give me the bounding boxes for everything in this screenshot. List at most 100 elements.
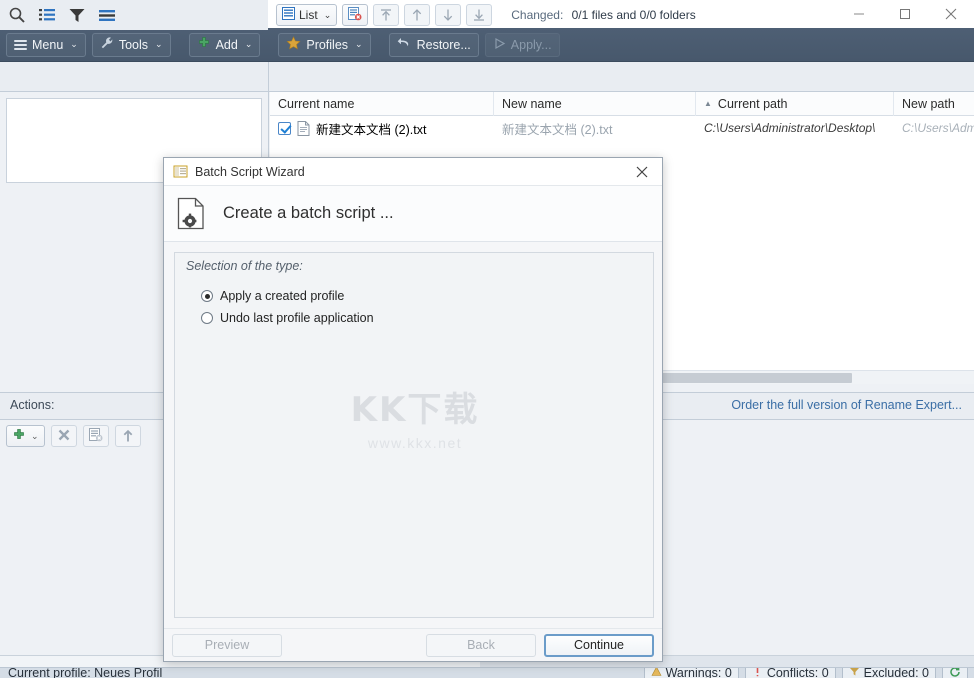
- batch-script-wizard-dialog: Batch Script Wizard: [163, 157, 663, 662]
- current-name-text: 新建文本文档 (2).txt: [316, 119, 426, 138]
- move-to-top-button[interactable]: [373, 4, 399, 26]
- tree-list-icon[interactable]: [38, 6, 56, 24]
- wrench-icon: [100, 36, 114, 53]
- column-header-new-name[interactable]: New name: [494, 92, 696, 116]
- restore-button[interactable]: Restore...: [389, 33, 479, 57]
- add-button[interactable]: Add ⌄: [189, 33, 261, 57]
- column-label: Current path: [718, 97, 787, 111]
- cell-new-path: C:\Users\Adm: [894, 116, 974, 140]
- radio-undo-last-profile[interactable]: Undo last profile application: [201, 311, 374, 325]
- cell-current-name: 新建文本文档 (2).txt: [270, 116, 494, 140]
- list-lines-icon[interactable]: [98, 6, 116, 24]
- plus-icon: [197, 36, 211, 53]
- move-down-button[interactable]: [435, 4, 461, 26]
- search-icon[interactable]: [8, 6, 26, 24]
- filter-icon[interactable]: [68, 6, 86, 24]
- conflicts-label: Conflicts: 0: [767, 667, 829, 678]
- sort-ascending-icon: ▲: [704, 99, 712, 108]
- conflict-icon: [752, 667, 763, 678]
- table-row[interactable]: 新建文本文档 (2).txt 新建文本文档 (2).txt C:\Users\A…: [270, 116, 974, 140]
- clear-list-icon: [348, 7, 362, 24]
- radio-label: Apply a created profile: [220, 289, 344, 303]
- excluded-label: Excluded: 0: [864, 667, 929, 678]
- warning-triangle-icon: [651, 667, 662, 678]
- watermark-main-text: KK下载: [325, 393, 505, 427]
- radio-apply-created-profile[interactable]: Apply a created profile: [201, 289, 374, 303]
- delete-action-button[interactable]: [51, 425, 77, 447]
- chevron-down-icon: ⌄: [70, 39, 78, 50]
- warnings-badge[interactable]: Warnings: 0: [644, 667, 739, 678]
- clear-entry-icon: [89, 428, 103, 445]
- play-triangle-icon: [493, 37, 506, 53]
- preview-button[interactable]: Preview: [172, 634, 282, 657]
- changed-value-text: 0/1 files and 0/0 folders: [572, 8, 696, 22]
- app-window: Rename Expert (Demo) Menu ⌄ Tools ⌄: [0, 0, 974, 678]
- table-header-row: Current name New name ▲ Current path New…: [270, 92, 974, 116]
- changed-label-text: Changed:: [511, 8, 563, 22]
- column-label: New name: [502, 97, 562, 111]
- refresh-icon: [949, 667, 961, 678]
- changed-status: Changed: 0/1 files and 0/0 folders: [511, 8, 695, 22]
- dialog-titlebar: Batch Script Wizard: [164, 158, 662, 186]
- selection-type-group: Selection of the type: Apply a created p…: [174, 252, 654, 618]
- dialog-heading: Create a batch script ...: [223, 204, 394, 223]
- refresh-badge[interactable]: [942, 667, 968, 678]
- cell-new-name: 新建文本文档 (2).txt: [494, 116, 696, 140]
- radio-indicator[interactable]: [201, 312, 213, 324]
- tools-button[interactable]: Tools ⌄: [92, 33, 171, 57]
- main-toolbar: Menu ⌄ Tools ⌄ Add ⌄ Profiles ⌄: [0, 28, 974, 62]
- chevron-down-icon: ⌄: [31, 431, 39, 442]
- apply-button[interactable]: Apply...: [485, 33, 560, 57]
- move-action-up-button[interactable]: [115, 425, 141, 447]
- move-up-button[interactable]: [404, 4, 430, 26]
- column-header-current-path[interactable]: ▲ Current path: [696, 92, 894, 116]
- menu-button[interactable]: Menu ⌄: [6, 33, 86, 57]
- list-toolbar: List ⌄: [270, 0, 974, 30]
- move-to-bottom-button[interactable]: [466, 4, 492, 26]
- row-checkbox[interactable]: [278, 122, 291, 135]
- excluded-badge[interactable]: Excluded: 0: [842, 667, 936, 678]
- column-header-new-path[interactable]: New path: [894, 92, 974, 116]
- status-bar: Current profile: Neues Profil Warnings: …: [0, 667, 974, 678]
- profiles-button-label: Profiles: [306, 38, 348, 52]
- list-view-button[interactable]: List ⌄: [276, 4, 337, 26]
- dialog-footer: Preview Back Continue: [164, 628, 662, 661]
- warnings-label: Warnings: 0: [666, 667, 732, 678]
- watermark-sub-text: www.kkx.net: [325, 435, 505, 451]
- add-action-button[interactable]: ⌄: [6, 425, 45, 447]
- tools-button-label: Tools: [119, 38, 148, 52]
- clear-list-button[interactable]: [342, 4, 368, 26]
- dialog-title: Batch Script Wizard: [195, 165, 305, 179]
- continue-button[interactable]: Continue: [544, 634, 654, 657]
- chevron-down-icon: ⌄: [355, 39, 363, 50]
- secondary-toolbar: [0, 62, 974, 92]
- script-document-gear-icon: [177, 197, 207, 230]
- hamburger-icon: [14, 38, 27, 52]
- column-label: Current name: [278, 97, 354, 111]
- left-tool-icons: [0, 0, 268, 30]
- status-chips: Warnings: 0 Conflicts: 0 Excluded: 0: [644, 667, 974, 678]
- chevron-down-icon: ⌄: [245, 39, 253, 50]
- order-full-version-link[interactable]: Order the full version of Rename Expert.…: [731, 398, 962, 412]
- menu-button-label: Menu: [32, 38, 63, 52]
- clear-actions-button[interactable]: [83, 425, 109, 447]
- dialog-close-button[interactable]: [622, 158, 662, 186]
- cell-current-path: C:\Users\Administrator\Desktop\: [696, 116, 894, 140]
- delete-x-icon: [57, 428, 71, 445]
- undo-arrow-icon: [397, 37, 412, 53]
- dialog-header: Create a batch script ...: [164, 186, 662, 242]
- profiles-button[interactable]: Profiles ⌄: [278, 33, 370, 57]
- footer-right-buttons: Back Continue: [426, 634, 654, 657]
- watermark: KK下载 www.kkx.net: [325, 393, 505, 451]
- apply-button-label: Apply...: [511, 38, 552, 52]
- restore-button-label: Restore...: [417, 38, 471, 52]
- actions-label: Actions:: [10, 398, 54, 412]
- radio-indicator[interactable]: [201, 290, 213, 302]
- column-header-current-name[interactable]: Current name: [270, 92, 494, 116]
- text-file-icon: [297, 121, 310, 136]
- type-radio-group: Apply a created profile Undo last profil…: [201, 289, 374, 325]
- back-button[interactable]: Back: [426, 634, 536, 657]
- conflicts-badge[interactable]: Conflicts: 0: [745, 667, 836, 678]
- current-profile-status: Current profile: Neues Profil: [8, 667, 162, 678]
- list-view-label: List: [299, 8, 318, 22]
